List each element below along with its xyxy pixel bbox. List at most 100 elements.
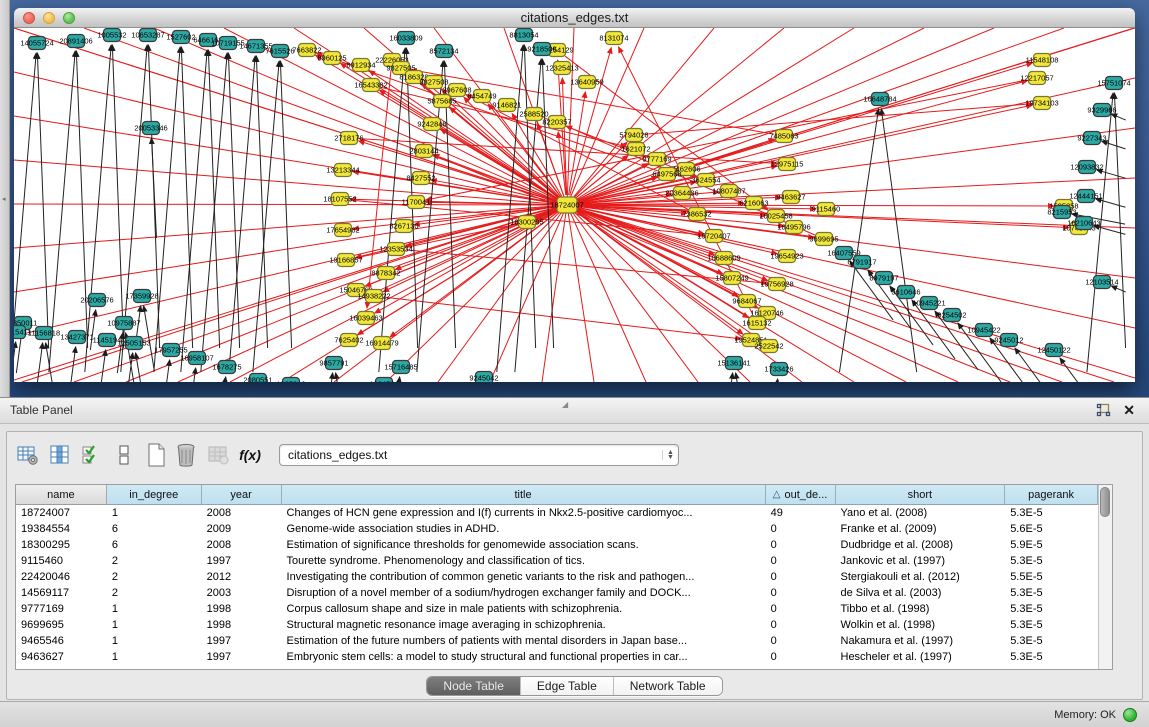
- left-splitter-handle[interactable]: ◂: [2, 196, 7, 203]
- network-node[interactable]: 12217057: [1020, 72, 1053, 85]
- network-node[interactable]: 1678275: [212, 361, 241, 374]
- table-row[interactable]: 946554611997Estimation of the future num…: [16, 633, 1098, 649]
- network-window-titlebar[interactable]: citations_edges.txt: [14, 8, 1135, 28]
- table-row[interactable]: 1456911722003Disruption of a novel membe…: [16, 585, 1098, 601]
- network-node[interactable]: 10975887: [107, 317, 140, 330]
- cell-pagerank[interactable]: 5.3E-5: [1005, 649, 1098, 665]
- column-header-out_de[interactable]: △out_de...: [766, 485, 836, 505]
- network-node[interactable]: 12325413: [545, 62, 578, 75]
- cell-out_de[interactable]: 0: [766, 649, 836, 665]
- network-view-window[interactable]: citations_edges.txt 18724007183002957663…: [14, 8, 1135, 382]
- cell-in_degree[interactable]: 1: [107, 505, 202, 521]
- network-node[interactable]: 1624504: [369, 378, 398, 383]
- network-node[interactable]: 19654923: [770, 250, 803, 263]
- network-node[interactable]: 16914479: [365, 337, 398, 350]
- network-node[interactable]: 9857791: [319, 357, 348, 370]
- cell-year[interactable]: 2008: [202, 505, 282, 521]
- network-node[interactable]: 12450122: [1037, 344, 1070, 357]
- cell-in_degree[interactable]: 1: [107, 601, 202, 617]
- cell-year[interactable]: 1997: [202, 649, 282, 665]
- network-node[interactable]: 9245042: [469, 372, 498, 383]
- cell-pagerank[interactable]: 5.5E-5: [1005, 569, 1098, 585]
- delete-table-icon[interactable]: [173, 441, 199, 469]
- cell-in_degree[interactable]: 2: [107, 585, 202, 601]
- cell-name[interactable]: 9699695: [16, 617, 107, 633]
- table-row[interactable]: 911546021997Tourette syndrome. Phenomeno…: [16, 553, 1098, 569]
- cell-year[interactable]: 2008: [202, 537, 282, 553]
- column-header-short[interactable]: short: [836, 485, 1006, 505]
- column-header-in_degree[interactable]: in_degree: [107, 485, 202, 505]
- network-node[interactable]: 9227343: [1077, 132, 1106, 145]
- cell-short[interactable]: Wolkin et al. (1998): [836, 617, 1006, 633]
- memory-status-indicator[interactable]: [1123, 708, 1137, 722]
- tab-edge-table[interactable]: Edge Table: [520, 677, 613, 695]
- cell-pagerank[interactable]: 5.3E-5: [1005, 601, 1098, 617]
- cell-short[interactable]: Yano et al. (2008): [836, 505, 1006, 521]
- network-node[interactable]: 7615526: [265, 45, 294, 58]
- cell-year[interactable]: 1998: [202, 601, 282, 617]
- network-node[interactable]: 16958107: [180, 352, 213, 365]
- network-node[interactable]: 7625402: [334, 334, 363, 347]
- network-node[interactable]: 1170041: [402, 196, 431, 209]
- cell-name[interactable]: 14569117: [16, 585, 107, 601]
- network-node[interactable]: 8267130: [389, 220, 418, 233]
- close-icon[interactable]: ✕: [1123, 401, 1135, 419]
- network-graph[interactable]: 1872400718300295766382289601258912934222…: [14, 28, 1135, 382]
- cell-name[interactable]: 9115460: [16, 553, 107, 569]
- table-row[interactable]: 969969511998Structural magnetic resonanc…: [16, 617, 1098, 633]
- cell-short[interactable]: Franke et al. (2009): [836, 521, 1006, 537]
- cell-name[interactable]: 9465546: [16, 633, 107, 649]
- network-node[interactable]: 17359928: [125, 290, 158, 303]
- network-node[interactable]: 8131074: [599, 32, 628, 45]
- table-selector-combobox[interactable]: citations_edges.txt ▲▼: [279, 444, 679, 466]
- cell-title[interactable]: Embryonic stem cells: a model to study s…: [282, 649, 766, 665]
- network-node[interactable]: 12353534: [379, 243, 412, 256]
- network-node[interactable]: 2080551: [243, 374, 272, 383]
- network-node[interactable]: 19166857: [329, 254, 362, 267]
- network-node[interactable]: 15720407: [697, 230, 730, 243]
- network-node[interactable]: 10653287: [131, 29, 164, 42]
- table-row[interactable]: 1830029562008Estimation of significance …: [16, 537, 1098, 553]
- network-node[interactable]: 15807249: [715, 272, 748, 285]
- table-settings-icon[interactable]: [15, 441, 41, 469]
- network-node[interactable]: 19756928: [760, 278, 793, 291]
- cell-in_degree[interactable]: 6: [107, 537, 202, 553]
- cell-short[interactable]: Jankovic et al. (1997): [836, 553, 1006, 569]
- cell-title[interactable]: Corpus callosum shape and size in male p…: [282, 601, 766, 617]
- cell-in_degree[interactable]: 2: [107, 569, 202, 585]
- cell-name[interactable]: 18724007: [16, 505, 107, 521]
- show-columns-icon[interactable]: [47, 441, 73, 469]
- cell-title[interactable]: Genome-wide association studies in ADHD.: [282, 521, 766, 537]
- cell-name[interactable]: 9777169: [16, 601, 107, 617]
- cell-in_degree[interactable]: 1: [107, 633, 202, 649]
- network-node[interactable]: 12975115: [771, 158, 804, 171]
- row-height-icon[interactable]: [111, 441, 137, 469]
- cell-pagerank[interactable]: 5.3E-5: [1005, 505, 1098, 521]
- network-node[interactable]: 13427371: [60, 331, 93, 344]
- network-node[interactable]: 20206576: [80, 294, 113, 307]
- network-node[interactable]: 11156818: [28, 327, 60, 340]
- cell-short[interactable]: Dudbridge et al. (2008): [836, 537, 1006, 553]
- network-node[interactable]: 2522542: [754, 340, 783, 353]
- cell-name[interactable]: 22420046: [16, 569, 107, 585]
- network-node[interactable]: 8427552: [406, 172, 435, 185]
- network-node[interactable]: 9115460: [812, 203, 841, 216]
- vertical-scrollbar[interactable]: [1098, 485, 1112, 669]
- network-node[interactable]: 6497568: [652, 168, 681, 181]
- cell-in_degree[interactable]: 6: [107, 521, 202, 537]
- cell-title[interactable]: Changes of HCN gene expression and I(f) …: [282, 505, 766, 521]
- cell-year[interactable]: 2012: [202, 569, 282, 585]
- cell-pagerank[interactable]: 5.3E-5: [1005, 553, 1098, 569]
- network-node[interactable]: 18107552: [323, 193, 356, 206]
- network-node[interactable]: 1733426: [764, 363, 793, 376]
- table-row[interactable]: 2242004622012Investigating the contribut…: [16, 569, 1098, 585]
- network-node[interactable]: 9699695: [809, 233, 838, 246]
- network-node[interactable]: 8878342: [371, 267, 400, 280]
- combobox-stepper-icon[interactable]: ▲▼: [662, 450, 678, 460]
- network-node[interactable]: 9146821: [492, 99, 521, 112]
- network-node[interactable]: 9463627: [776, 191, 805, 204]
- cell-short[interactable]: Nakamura et al. (1997): [836, 633, 1006, 649]
- column-header-title[interactable]: title: [282, 485, 766, 505]
- column-header-pagerank[interactable]: pagerank: [1005, 485, 1098, 505]
- float-window-icon[interactable]: [1096, 403, 1111, 417]
